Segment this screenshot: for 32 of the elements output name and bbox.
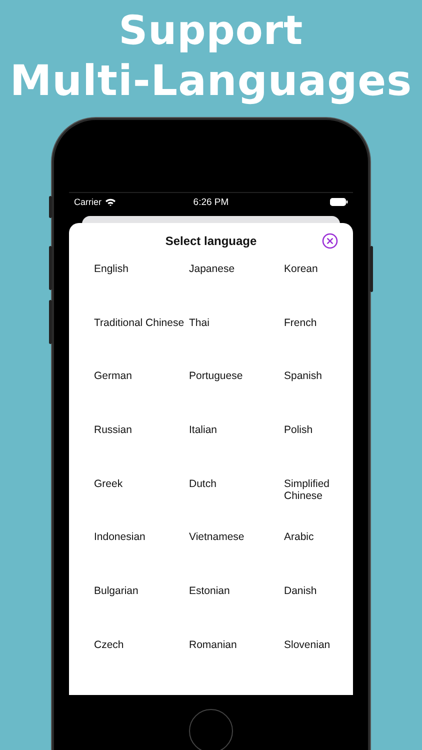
language-option[interactable]: Bulgarian: [94, 585, 189, 598]
language-option[interactable]: Dutch: [189, 478, 284, 490]
status-time: 6:26 PM: [193, 196, 229, 208]
language-option[interactable]: Simplified Chinese: [284, 478, 364, 502]
language-option[interactable]: Japanese: [189, 263, 284, 275]
battery-icon: [330, 198, 348, 206]
language-option[interactable]: Traditional Chinese: [94, 316, 189, 329]
language-option[interactable]: Arabic: [284, 531, 364, 544]
language-option[interactable]: Estonian: [189, 585, 284, 598]
language-option[interactable]: Vietnamese: [189, 531, 284, 544]
close-icon[interactable]: [322, 233, 338, 249]
headline: Multi-Languages: [10, 56, 412, 106]
language-option[interactable]: Italian: [189, 424, 284, 436]
sheet-title: Select language: [165, 234, 257, 248]
carrier-label: Carrier: [74, 197, 102, 207]
language-option[interactable]: English: [94, 263, 189, 275]
headline: Support: [118, 7, 304, 56]
language-option[interactable]: Danish: [284, 585, 364, 598]
wifi-icon: [104, 198, 116, 206]
language-option[interactable]: Russian: [94, 424, 189, 436]
language-option[interactable]: Polish: [284, 424, 364, 436]
language-option[interactable]: French: [284, 316, 364, 329]
language-option[interactable]: Thai: [189, 316, 284, 329]
language-option[interactable]: Czech: [94, 638, 189, 651]
language-option[interactable]: Slovenian: [284, 638, 364, 651]
language-option[interactable]: Spanish: [284, 370, 364, 382]
language-option[interactable]: Portuguese: [189, 370, 284, 382]
language-option[interactable]: Korean: [284, 263, 364, 275]
language-option[interactable]: Greek: [94, 478, 189, 490]
language-option[interactable]: Indonesian: [94, 531, 189, 544]
language-option[interactable]: German: [94, 370, 189, 382]
language-option[interactable]: Romanian: [189, 638, 284, 651]
